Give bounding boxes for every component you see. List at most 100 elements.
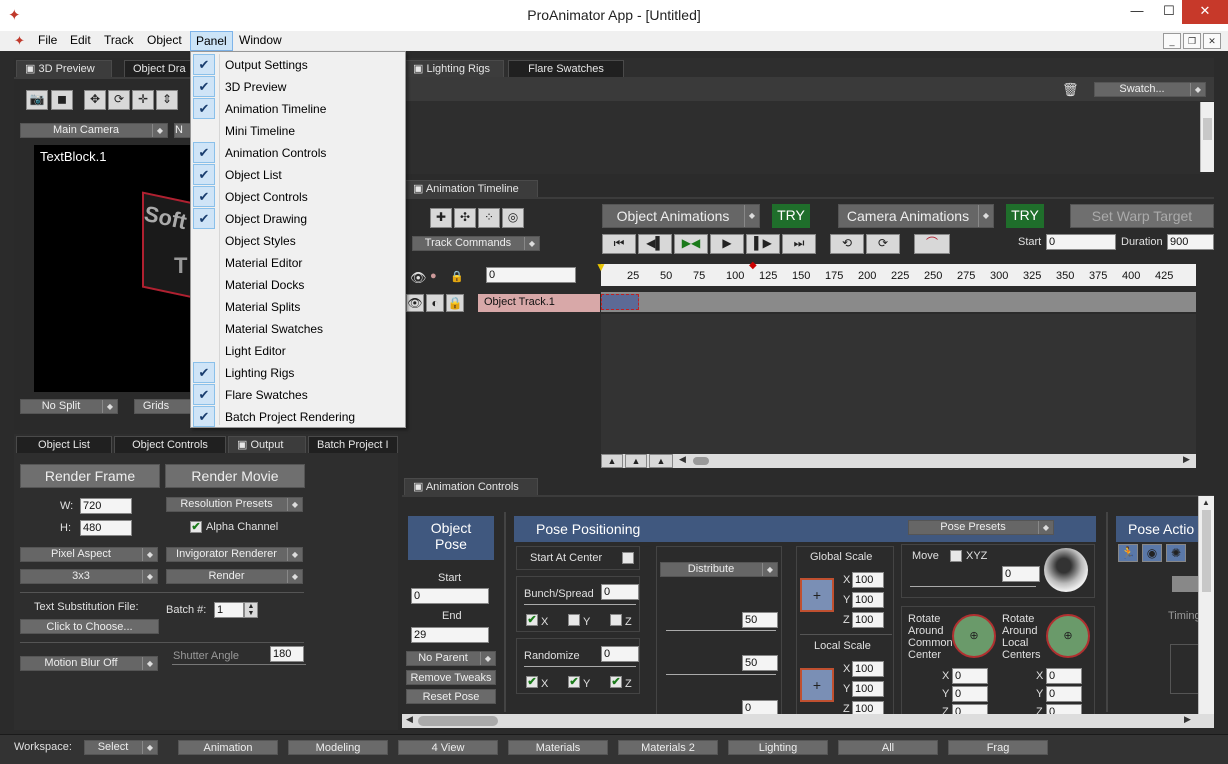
preview-canvas[interactable]: TextBlock.1 Soft T — [34, 145, 194, 392]
choose-file-button[interactable]: Click to Choose... — [20, 619, 159, 634]
orbit-icon[interactable]: ⟳ — [108, 90, 130, 110]
grids-dropdown[interactable]: Grids — [134, 399, 194, 414]
width-input[interactable]: 720 — [80, 498, 132, 514]
panel-menu-item[interactable]: ✔ Object List — [191, 164, 405, 186]
frame-input[interactable]: 0 — [486, 267, 576, 283]
camera-animations-dropdown[interactable]: Camera Animations ◆ — [838, 204, 994, 228]
mdi-restore-button[interactable]: ❐ — [1183, 33, 1201, 49]
global-scale-cube-icon[interactable]: + — [800, 578, 834, 612]
track-eye-icon[interactable]: 👁 — [406, 294, 424, 312]
rotate-common-globe-icon[interactable]: ⊕ — [952, 614, 996, 658]
local-scale-cube-icon[interactable]: + — [800, 668, 834, 702]
rot-local-y-input[interactable]: 0 — [1046, 686, 1082, 702]
object-animations-dropdown[interactable]: Object Animations ◆ — [602, 204, 760, 228]
tab-animation-controls[interactable]: ▣ Animation Controls — [404, 478, 538, 495]
move-input[interactable]: 0 — [1002, 566, 1040, 582]
resolution-presets-dropdown[interactable]: Resolution Presets ◆ — [166, 497, 303, 512]
distribute-dropdown[interactable]: Distribute ◆ — [660, 562, 778, 577]
panel-menu-item[interactable]: Mini Timeline — [191, 120, 405, 142]
pose-start-input[interactable]: 0 — [411, 588, 489, 604]
loop-icon[interactable]: ⟲ — [830, 234, 864, 254]
distribute-input-2[interactable]: 50 — [742, 655, 778, 671]
go-end-button[interactable]: ⏭ — [782, 234, 816, 254]
tab-lighting-rigs[interactable]: ▣ Lighting Rigs — [404, 60, 504, 77]
workspace-4view-button[interactable]: 4 View — [398, 740, 498, 755]
move-trackball-icon[interactable] — [1044, 548, 1088, 592]
spiral-action-icon[interactable]: ◉ — [1142, 544, 1162, 562]
randomize-input[interactable]: 0 — [601, 646, 639, 662]
anim-controls-vscrollbar[interactable]: ▲ — [1198, 496, 1214, 716]
zoom-mid-icon[interactable]: ▲ — [625, 454, 647, 468]
menu-file[interactable]: File — [38, 33, 57, 47]
add-keyframe-icon[interactable]: ✚ — [430, 208, 452, 228]
batch-input[interactable]: 1 — [214, 602, 244, 618]
bunch-x-checkbox[interactable]: ✔ — [526, 614, 538, 626]
tab-batch-project[interactable]: Batch Project I — [308, 436, 398, 453]
object-pose-button[interactable]: Object Pose — [408, 516, 494, 560]
track-commands-dropdown[interactable]: Track Commands ◆ — [412, 236, 540, 251]
step-forward-button[interactable]: ▌▶ — [746, 234, 780, 254]
camera-dropdown[interactable]: Main Camera ◆ — [20, 123, 168, 138]
alpha-channel-checkbox[interactable]: ✔ — [190, 521, 202, 533]
step-back-button[interactable]: ◀▌ — [638, 234, 672, 254]
try-camera-button[interactable]: TRY — [1006, 204, 1044, 228]
xyz-checkbox[interactable] — [950, 550, 962, 562]
distribute-input-1[interactable]: 50 — [742, 612, 778, 628]
workspace-materials-button[interactable]: Materials — [508, 740, 608, 755]
track-solo-icon[interactable]: ◐ — [426, 294, 444, 312]
mdi-minimize-button[interactable]: _ — [1163, 33, 1181, 49]
track-lock-icon[interactable]: 🔒 — [446, 294, 464, 312]
dolly-icon[interactable]: ⇕ — [156, 90, 178, 110]
rot-common-y-input[interactable]: 0 — [952, 686, 988, 702]
run-action-icon[interactable]: 🏃 — [1118, 544, 1138, 562]
eye-icon[interactable]: 👁 — [410, 270, 427, 286]
panel-menu-item[interactable]: Light Editor — [191, 340, 405, 362]
bunch-y-checkbox[interactable] — [568, 614, 580, 626]
shutter-angle-input[interactable]: 180 — [270, 646, 304, 662]
set-warp-target-button[interactable]: Set Warp Target — [1070, 204, 1214, 228]
cube-icon[interactable]: ◼ — [51, 90, 73, 110]
try-object-button[interactable]: TRY — [772, 204, 810, 228]
play-both-button[interactable]: ▶◀ — [674, 234, 708, 254]
antialias-dropdown[interactable]: 3x3 ◆ — [20, 569, 158, 584]
pan-icon[interactable]: ✛ — [132, 90, 154, 110]
start-input[interactable]: 0 — [1046, 234, 1116, 250]
batch-stepper[interactable]: ▲ ▼ — [244, 602, 258, 618]
panel-menu-item[interactable]: ✔ Flare Swatches — [191, 384, 405, 406]
panel-menu-item[interactable]: Material Docks — [191, 274, 405, 296]
workspace-materials2-button[interactable]: Materials 2 — [618, 740, 718, 755]
panel-menu-item[interactable]: ✔ Lighting Rigs — [191, 362, 405, 384]
rot-common-x-input[interactable]: 0 — [952, 668, 988, 684]
scroll-right-icon[interactable]: ▶ — [1183, 454, 1190, 465]
workspace-select-dropdown[interactable]: Select ◆ — [84, 740, 158, 755]
zoom-in-icon[interactable]: ▲ — [601, 454, 623, 468]
mdi-close-button[interactable]: ✕ — [1203, 33, 1221, 49]
multi-track-icon[interactable]: ⁘ — [478, 208, 500, 228]
panel-menu-item[interactable]: Material Editor — [191, 252, 405, 274]
duration-input[interactable]: 900 — [1167, 234, 1214, 250]
add-track-icon[interactable]: ✣ — [454, 208, 476, 228]
go-start-button[interactable]: ⏮ — [602, 234, 636, 254]
time-ruler[interactable]: ▼ ◆ 25 50 75 100 125 150 175 200 225 250 275 300 325… — [595, 260, 1196, 286]
zoom-out-icon[interactable]: ▲ — [649, 454, 673, 468]
rot-local-x-input[interactable]: 0 — [1046, 668, 1082, 684]
workspace-modeling-button[interactable]: Modeling — [288, 740, 388, 755]
menu-window[interactable]: Window — [239, 33, 282, 47]
render-dropdown[interactable]: Render ◆ — [166, 569, 303, 584]
panel-menu-item[interactable]: Object Styles — [191, 230, 405, 252]
remove-tweaks-button[interactable]: Remove Tweaks — [406, 670, 496, 685]
panel-menu-item[interactable]: Material Splits — [191, 296, 405, 318]
split-dropdown[interactable]: No Split ◆ — [20, 399, 118, 414]
pose-presets-dropdown[interactable]: Pose Presets ◆ — [908, 520, 1054, 535]
bunch-spread-input[interactable]: 0 — [601, 584, 639, 600]
pose-end-input[interactable]: 29 — [411, 627, 489, 643]
randomize-y-checkbox[interactable]: ✔ — [568, 676, 580, 688]
start-at-center-checkbox[interactable] — [622, 552, 634, 564]
no-parent-dropdown[interactable]: No Parent ◆ — [406, 651, 496, 666]
randomize-z-checkbox[interactable]: ✔ — [610, 676, 622, 688]
explode-action-icon[interactable]: ✺ — [1166, 544, 1186, 562]
panel-menu-item[interactable]: ✔ Object Controls — [191, 186, 405, 208]
timeline-hscrollbar[interactable]: ▲ ▲ ▲ ◀ ▶ — [601, 454, 1196, 468]
play-button[interactable]: ▶ — [710, 234, 744, 254]
menu-track[interactable]: Track — [104, 33, 134, 47]
